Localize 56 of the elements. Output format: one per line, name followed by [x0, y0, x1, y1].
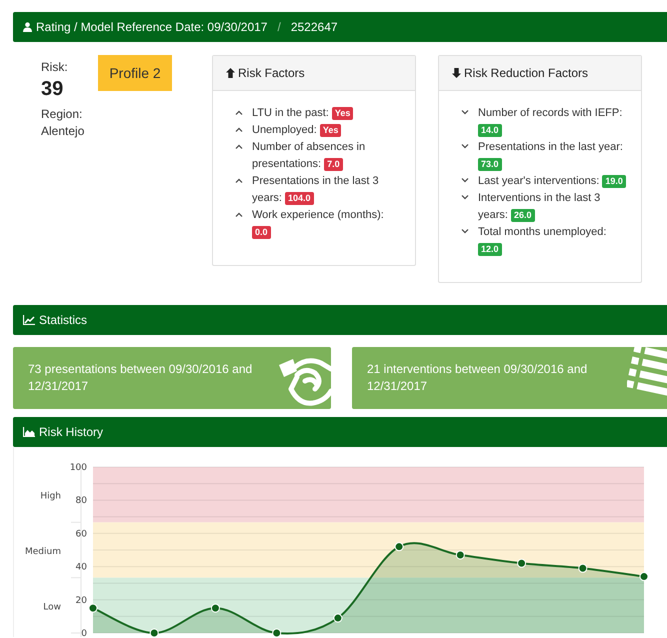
region-value: Alentejo — [41, 123, 86, 140]
data-point — [517, 558, 526, 568]
y-tick-label: 100 — [70, 463, 87, 473]
factor-text: Number of absences in presentations: 7.0 — [252, 140, 366, 173]
risk-value: 39 — [41, 77, 64, 102]
profile-badge: Profile 2 — [98, 55, 172, 91]
breadcrumb-item: Rating / Model Reference Date: 09/30/2017 — [36, 20, 268, 34]
factor-text: Total months unemployed: 12.0 — [478, 225, 608, 258]
data-point — [210, 604, 220, 613]
region-label: Region: — [41, 106, 84, 123]
factor-text: Interventions in the last 3 years: 26.0 — [478, 191, 602, 224]
y-tick-label: 80 — [76, 496, 87, 506]
factor-text: Last year's interventions: 19.0 — [478, 173, 631, 190]
data-point — [394, 542, 404, 552]
data-point — [578, 564, 588, 573]
chevron-down-icon — [461, 195, 469, 200]
factor-text: Presentations in the last 3 years: 104.0 — [252, 174, 380, 207]
card-title: Risk Factors — [238, 66, 305, 80]
chevron-down-icon — [461, 144, 469, 149]
y-tick-label: 0 — [81, 629, 87, 637]
line-chart-icon — [23, 315, 35, 325]
chevron-down-icon — [461, 110, 469, 115]
data-point — [333, 614, 342, 623]
factor-text: LTU in the past: Yes — [252, 105, 405, 122]
card-title: Risk Reduction Factors — [464, 66, 588, 80]
section-title: Statistics — [39, 313, 88, 327]
area-chart-icon — [23, 427, 35, 437]
chevron-up-icon — [235, 212, 243, 217]
risk-level-label: Medium — [25, 547, 61, 557]
risk-level-label: High — [40, 492, 61, 502]
y-tick-label: 60 — [76, 529, 87, 540]
arrow-up-icon — [226, 68, 235, 78]
section-title: Risk History — [39, 425, 104, 439]
chevron-up-icon — [235, 178, 243, 183]
data-point — [88, 604, 98, 613]
user-icon — [23, 22, 32, 32]
chevron-up-icon — [235, 110, 243, 115]
factor-text: Number of records with IEFP: 14.0 — [478, 106, 624, 139]
factor-text: Unemployed: Yes — [252, 122, 405, 139]
chevron-down-icon — [461, 229, 469, 234]
chevron-up-icon — [235, 127, 243, 132]
y-tick-label: 20 — [76, 596, 87, 606]
data-point — [456, 550, 465, 560]
breadcrumb-separator: / — [277, 20, 281, 34]
y-tick-label: 40 — [76, 562, 87, 573]
chevron-up-icon — [235, 144, 243, 149]
arrow-down-icon — [452, 68, 461, 78]
risk-level-label: Low — [43, 602, 61, 612]
factor-text: Work experience (months): 0.0 — [252, 208, 385, 241]
statistic-text: 73 presentations between 09/30/2016 and 12/31/2017 — [28, 361, 254, 395]
breadcrumb-item: 2522647 — [290, 20, 338, 34]
risk-label: Risk: — [41, 59, 69, 76]
data-point — [640, 572, 648, 582]
statistic-text: 21 interventions between 09/30/2016 and 12/31/2017 — [367, 361, 588, 395]
factor-text: Presentations in the last year: 73.0 — [478, 140, 624, 173]
chevron-down-icon — [461, 178, 469, 183]
